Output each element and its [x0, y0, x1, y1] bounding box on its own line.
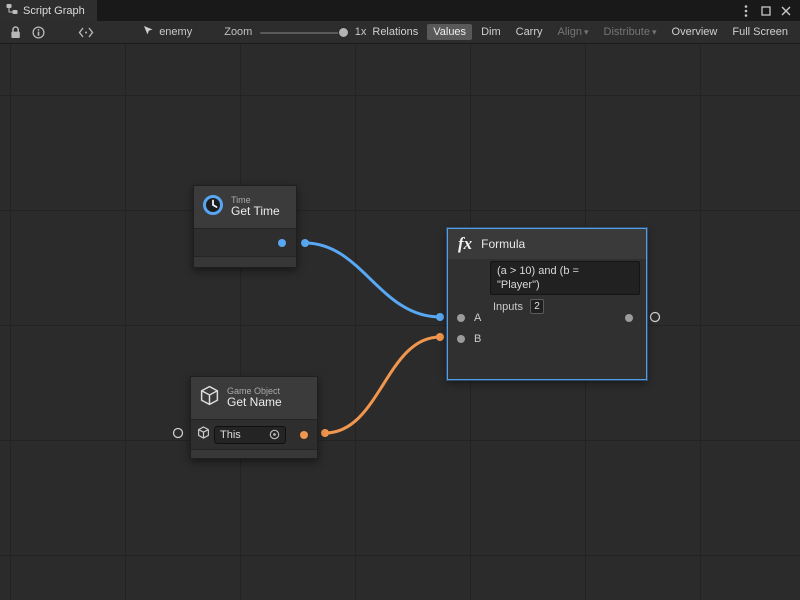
formula-port-row-a: A	[448, 308, 646, 328]
formula-output-port[interactable]	[651, 313, 660, 322]
node-get-time[interactable]: Time Get Time	[193, 185, 297, 268]
formula-port-row-b: B	[448, 329, 646, 349]
titlebar: Script Graph	[0, 0, 800, 21]
code-icon[interactable]	[74, 23, 97, 42]
formula-result-dot[interactable]	[625, 314, 633, 322]
graph-breadcrumb[interactable]: enemy	[143, 25, 192, 39]
info-icon[interactable]	[27, 23, 50, 42]
target-object-field[interactable]: This	[214, 426, 286, 444]
kebab-menu-icon[interactable]	[737, 2, 755, 20]
zoom-slider[interactable]	[260, 23, 348, 42]
node-footer	[194, 256, 296, 267]
window-controls	[737, 0, 800, 21]
wire-end-dot	[436, 313, 444, 321]
wire-getname-to-formula-b[interactable]	[325, 337, 440, 433]
node-title: Get Name	[227, 396, 282, 410]
toolbar: enemy Zoom 1x Relations Values Dim Carry…	[0, 21, 800, 44]
zoom-slider-track[interactable]	[260, 32, 348, 34]
chevron-down-icon: ▾	[652, 27, 657, 37]
wire-start-dot	[321, 429, 329, 437]
lock-icon[interactable]	[4, 23, 27, 42]
expression-line: "Player")	[497, 278, 633, 292]
get-time-header[interactable]: Time Get Time	[194, 186, 296, 228]
distribute-dropdown[interactable]: Distribute▾	[598, 24, 663, 40]
cube-icon	[199, 385, 220, 411]
get-name-header[interactable]: Game Object Get Name	[191, 377, 317, 419]
close-icon[interactable]	[777, 2, 795, 20]
node-get-name[interactable]: Game Object Get Name This	[190, 376, 318, 459]
zoom-value: 1x	[355, 26, 367, 38]
node-formula[interactable]: fx Formula (a > 10) and (b = "Player") I…	[447, 228, 647, 380]
wire-end-dot	[436, 333, 444, 341]
script-graph-window: Script Graph	[0, 0, 800, 600]
port-b-input-dot[interactable]	[457, 335, 465, 343]
wire-layer	[0, 44, 800, 600]
dim-button[interactable]: Dim	[475, 24, 507, 40]
tab-script-graph[interactable]: Script Graph	[0, 0, 97, 21]
node-title: Get Time	[231, 205, 280, 219]
maximize-icon[interactable]	[757, 2, 775, 20]
expression-line: (a > 10) and (b =	[497, 264, 633, 278]
align-dropdown[interactable]: Align▾	[552, 24, 595, 40]
full-screen-button[interactable]: Full Screen	[726, 24, 794, 40]
target-value: This	[220, 429, 241, 441]
formula-expression-input[interactable]: (a > 10) and (b = "Player")	[490, 261, 640, 295]
tab-label: Script Graph	[23, 5, 85, 17]
formula-icon: fx	[458, 234, 472, 254]
get-time-body	[194, 228, 296, 256]
formula-header[interactable]: fx Formula	[448, 229, 646, 259]
values-button[interactable]: Values	[427, 24, 472, 40]
node-footer	[191, 449, 317, 458]
graph-name-label: enemy	[159, 26, 192, 38]
cube-icon	[197, 426, 210, 444]
overview-button[interactable]: Overview	[666, 24, 724, 40]
get-time-output-port[interactable]	[278, 239, 286, 247]
wire-start-dot	[301, 239, 309, 247]
toolbar-buttons: Relations Values Dim Carry Align▾ Distri…	[366, 24, 796, 40]
get-name-output-port[interactable]	[300, 431, 308, 439]
zoom-slider-handle[interactable]	[338, 27, 349, 38]
port-a-input-dot[interactable]	[457, 314, 465, 322]
node-title: Formula	[481, 237, 525, 251]
wire-gettime-to-formula-a[interactable]	[305, 243, 440, 317]
zoom-label: Zoom	[224, 26, 252, 38]
carry-button[interactable]: Carry	[510, 24, 549, 40]
object-picker-icon[interactable]	[269, 429, 280, 440]
getname-input-port[interactable]	[174, 429, 183, 438]
relations-button[interactable]: Relations	[366, 24, 424, 40]
port-a-label: A	[474, 312, 481, 324]
graph-icon	[6, 3, 18, 18]
get-name-body: This	[191, 419, 317, 449]
graph-canvas[interactable]: Time Get Time fx Formula (a > 10) and (b…	[0, 44, 800, 600]
port-b-label: B	[474, 333, 481, 345]
pointer-icon	[143, 25, 154, 39]
chevron-down-icon: ▾	[584, 27, 589, 37]
clock-icon	[202, 194, 224, 221]
